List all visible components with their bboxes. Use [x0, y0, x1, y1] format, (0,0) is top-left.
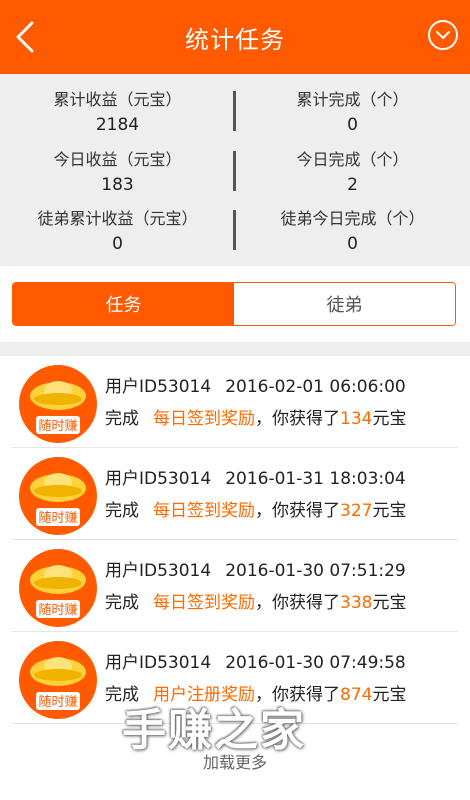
stat-label: 今日收益（元宝） [53, 150, 182, 169]
record-header: 用户ID53014 2016-01-31 18:03:04 [105, 464, 406, 489]
record-amount: 327 [340, 501, 373, 521]
record-unit: 元宝 [372, 685, 407, 705]
list-item[interactable]: 随时赚 用户ID53014 2016-02-01 06:06:00 完成 每日签到奖… [0, 356, 470, 448]
stats-row-apprentice: 徒弟累计收益（元宝） 0 徒弟今日完成（个） 0 [0, 193, 470, 254]
record-timestamp: 2016-01-30 07:49:58 [225, 653, 406, 673]
record-middle: ，你获得了 [255, 501, 340, 521]
record-timestamp: 2016-02-01 06:06:00 [225, 377, 406, 397]
gold-ingot-avatar-icon: 随时赚 [19, 641, 97, 719]
load-more-button[interactable]: 加载更多 [0, 749, 470, 773]
record-prefix: 完成 [105, 501, 139, 521]
page-title: 统计任务 [185, 25, 285, 54]
stat-label: 徒弟今日完成（个） [280, 209, 425, 228]
record-task-name: 每日签到奖励 [153, 593, 255, 613]
record-amount: 338 [340, 593, 373, 613]
segmented-tabs: 任务 徒弟 [12, 282, 456, 326]
avatar-logo-text: 随时赚 [38, 694, 77, 710]
record-middle: ，你获得了 [255, 593, 340, 613]
record-header: 用户ID53014 2016-02-01 06:06:00 [105, 372, 406, 397]
record-user-id: 用户ID53014 [105, 653, 212, 673]
gold-ingot-avatar-icon: 随时赚 [19, 549, 97, 627]
stats-row-total: 累计收益（元宝） 2184 累计完成（个） 0 [0, 74, 470, 135]
stat-value: 0 [347, 234, 358, 254]
record-detail: 完成 每日签到奖励，你获得了134元宝 [105, 404, 406, 429]
dropdown-menu-button[interactable] [428, 20, 458, 50]
record-amount: 874 [340, 685, 373, 705]
avatar-logo-text: 随时赚 [38, 510, 77, 526]
record-user-id: 用户ID53014 [105, 377, 212, 397]
stat-label: 今日完成（个） [296, 150, 409, 169]
avatar-logo-text: 随时赚 [38, 418, 77, 434]
record-timestamp: 2016-01-31 18:03:04 [225, 469, 406, 489]
stat-today-completed: 今日完成（个） 2 [235, 134, 470, 195]
record-detail: 完成 每日签到奖励，你获得了338元宝 [105, 588, 406, 613]
section-divider [0, 342, 470, 356]
record-task-name: 每日签到奖励 [153, 409, 255, 429]
stat-label: 累计完成（个） [296, 90, 409, 109]
record-prefix: 完成 [105, 409, 139, 429]
stat-value: 0 [347, 115, 358, 135]
app-header: 统计任务 [0, 0, 470, 74]
gold-ingot-avatar-icon: 随时赚 [19, 457, 97, 535]
stat-today-earnings: 今日收益（元宝） 183 [0, 134, 235, 195]
gold-ingot-avatar-icon: 随时赚 [19, 365, 97, 443]
record-user-id: 用户ID53014 [105, 561, 212, 581]
avatar-logo-text: 随时赚 [38, 602, 77, 618]
stat-apprentice-earnings: 徒弟累计收益（元宝） 0 [0, 193, 235, 254]
back-button[interactable] [8, 18, 42, 56]
stat-total-completed: 累计完成（个） 0 [235, 74, 470, 135]
record-unit: 元宝 [372, 409, 407, 429]
stat-apprentice-completed: 徒弟今日完成（个） 0 [235, 193, 470, 254]
list-item[interactable]: 随时赚 用户ID53014 2016-01-30 07:51:29 完成 每日签到奖… [0, 540, 470, 632]
record-header: 用户ID53014 2016-01-30 07:49:58 [105, 648, 406, 673]
tab-tasks[interactable]: 任务 [13, 283, 234, 325]
stat-label: 累计收益（元宝） [53, 90, 182, 109]
tab-apprentices[interactable]: 徒弟 [234, 283, 455, 325]
stats-panel: 累计收益（元宝） 2184 累计完成（个） 0 今日收益（元宝） 183 今日完… [0, 74, 470, 266]
stat-value: 2184 [95, 115, 140, 135]
list-item[interactable]: 随时赚 用户ID53014 2016-01-31 18:03:04 完成 每日签到奖… [0, 448, 470, 540]
record-prefix: 完成 [105, 593, 139, 613]
record-middle: ，你获得了 [255, 409, 340, 429]
record-unit: 元宝 [372, 593, 407, 613]
record-amount: 134 [340, 409, 373, 429]
chevron-down-icon [436, 31, 450, 39]
record-header: 用户ID53014 2016-01-30 07:51:29 [105, 556, 406, 581]
stat-value: 0 [112, 234, 123, 254]
record-detail: 完成 每日签到奖励，你获得了327元宝 [105, 496, 406, 521]
record-task-name: 每日签到奖励 [153, 501, 255, 521]
record-timestamp: 2016-01-30 07:51:29 [225, 561, 406, 581]
record-user-id: 用户ID53014 [105, 469, 212, 489]
stat-label: 徒弟累计收益（元宝） [37, 209, 198, 228]
chevron-left-icon [16, 21, 34, 53]
stats-row-today: 今日收益（元宝） 183 今日完成（个） 2 [0, 134, 470, 195]
stat-total-earnings: 累计收益（元宝） 2184 [0, 74, 235, 135]
record-unit: 元宝 [372, 501, 407, 521]
